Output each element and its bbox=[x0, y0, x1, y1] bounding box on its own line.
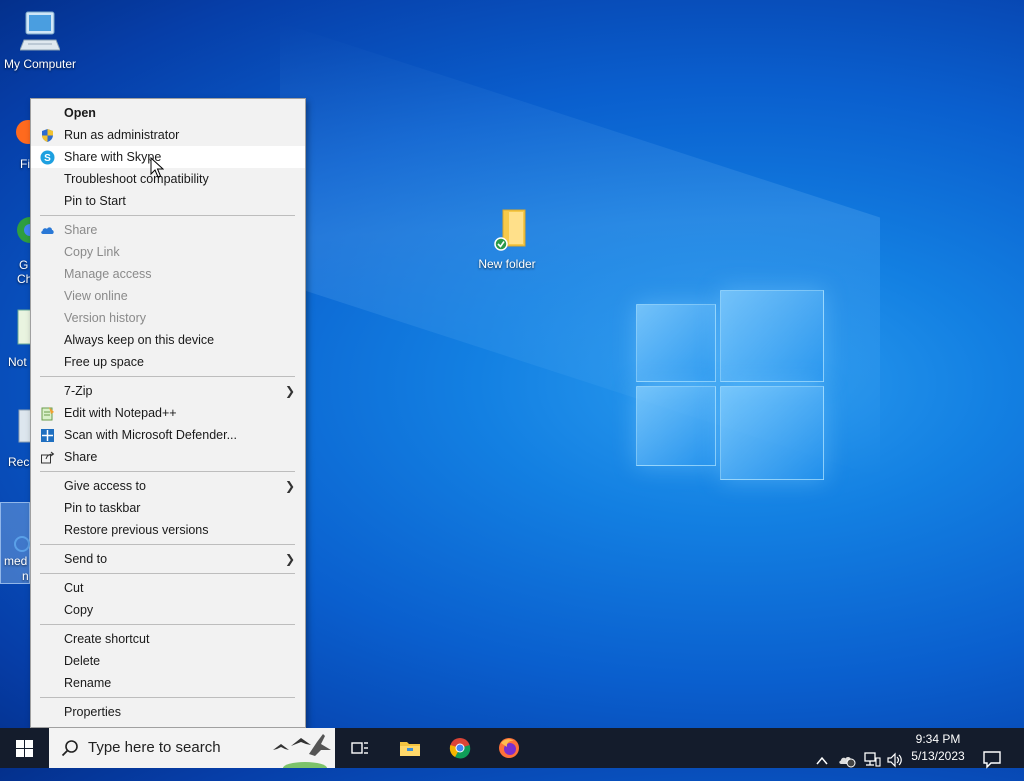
task-view-button[interactable] bbox=[336, 728, 384, 768]
menu-item-open[interactable]: Open bbox=[31, 102, 305, 124]
folder-icon bbox=[494, 209, 526, 251]
menu-item-scan-with-defender[interactable]: Scan with Microsoft Defender... bbox=[31, 424, 305, 446]
menu-item-always-keep-on-device[interactable]: Always keep on this device bbox=[31, 329, 305, 351]
menu-separator bbox=[40, 697, 295, 698]
menu-item-give-access-to[interactable]: Give access to ❯ bbox=[31, 475, 305, 497]
context-menu: Open Run as administrator S Share with S… bbox=[30, 98, 306, 728]
clock-time: 9:34 PM bbox=[915, 732, 961, 746]
menu-item-delete[interactable]: Delete bbox=[31, 650, 305, 672]
firefox-icon bbox=[499, 738, 519, 758]
menu-item-send-to[interactable]: Send to ❯ bbox=[31, 548, 305, 570]
menu-item-cut[interactable]: Cut bbox=[31, 577, 305, 599]
menu-item-run-as-admin[interactable]: Run as administrator bbox=[31, 124, 305, 146]
share-icon bbox=[41, 451, 55, 464]
menu-item-rename[interactable]: Rename bbox=[31, 672, 305, 694]
windows-wallpaper-logo bbox=[636, 290, 824, 480]
desktop-icon-label: Not bbox=[8, 355, 27, 369]
menu-item-troubleshoot-compatibility[interactable]: Troubleshoot compatibility bbox=[31, 168, 305, 190]
notification-center-icon[interactable] bbox=[982, 739, 1002, 779]
desktop-icon-label: G bbox=[19, 258, 29, 272]
taskbar-file-explorer[interactable] bbox=[386, 728, 434, 768]
chevron-up-icon[interactable] bbox=[815, 741, 829, 781]
menu-item-create-shortcut[interactable]: Create shortcut bbox=[31, 628, 305, 650]
defender-icon bbox=[41, 429, 54, 442]
search-highlight-birds-icon bbox=[273, 734, 331, 768]
windows-start-icon bbox=[16, 740, 33, 757]
menu-item-version-history[interactable]: Version history bbox=[31, 307, 305, 329]
computer-icon bbox=[19, 11, 61, 51]
chevron-right-icon: ❯ bbox=[284, 479, 295, 493]
file-explorer-icon bbox=[400, 742, 420, 756]
menu-item-share[interactable]: Share bbox=[31, 446, 305, 468]
chevron-right-icon: ❯ bbox=[284, 384, 295, 398]
menu-item-edit-with-notepadpp[interactable]: Edit with Notepad++ bbox=[31, 402, 305, 424]
notepad-plus-icon bbox=[41, 407, 54, 421]
menu-item-manage-access[interactable]: Manage access bbox=[31, 263, 305, 285]
taskbar: Type here to search 9:34 PM 5/13/2023 bbox=[0, 728, 1024, 769]
menu-separator bbox=[40, 624, 295, 625]
menu-item-share-with-skype[interactable]: S Share with Skype bbox=[31, 146, 305, 168]
menu-separator bbox=[40, 215, 295, 216]
chevron-right-icon: ❯ bbox=[284, 552, 295, 566]
menu-item-properties[interactable]: Properties bbox=[31, 701, 305, 723]
network-icon[interactable] bbox=[863, 739, 881, 779]
menu-separator bbox=[40, 544, 295, 545]
mouse-cursor-icon bbox=[150, 157, 164, 178]
menu-separator bbox=[40, 573, 295, 574]
skype-icon: S bbox=[40, 150, 55, 165]
start-button[interactable] bbox=[0, 728, 48, 768]
taskbar-clock[interactable]: 9:34 PM 5/13/2023 bbox=[905, 731, 971, 765]
chrome-icon bbox=[449, 738, 471, 759]
desktop-icon-my-computer[interactable]: My Computer bbox=[0, 10, 80, 71]
task-view-icon bbox=[351, 742, 368, 754]
menu-separator bbox=[40, 471, 295, 472]
desktop-icon-label: med bbox=[4, 554, 28, 568]
desktop-icon-label: Fi bbox=[20, 157, 30, 171]
menu-item-view-online[interactable]: View online bbox=[31, 285, 305, 307]
desktop-icon-new-folder[interactable]: New folder bbox=[467, 208, 547, 271]
volume-icon[interactable] bbox=[886, 740, 904, 780]
media-file-icon bbox=[14, 536, 30, 552]
desktop-icon-label: My Computer bbox=[3, 57, 77, 71]
clock-date: 5/13/2023 bbox=[911, 749, 965, 763]
menu-item-copy-link[interactable]: Copy Link bbox=[31, 241, 305, 263]
menu-item-copy[interactable]: Copy bbox=[31, 599, 305, 621]
search-placeholder: Type here to search bbox=[88, 739, 221, 756]
desktop-icon-label: n bbox=[22, 569, 29, 583]
onedrive-sync-icon[interactable] bbox=[838, 740, 856, 780]
shield-icon bbox=[42, 129, 53, 142]
menu-separator bbox=[40, 376, 295, 377]
onedrive-cloud-icon bbox=[41, 227, 54, 234]
search-icon bbox=[61, 740, 78, 757]
menu-item-free-up-space[interactable]: Free up space bbox=[31, 351, 305, 373]
menu-item-onedrive-share[interactable]: Share bbox=[31, 219, 305, 241]
taskbar-chrome[interactable] bbox=[436, 728, 484, 768]
menu-item-pin-to-taskbar[interactable]: Pin to taskbar bbox=[31, 497, 305, 519]
desktop-icon-label: New folder bbox=[478, 257, 536, 271]
desktop-icon-label: Rec bbox=[8, 455, 30, 469]
menu-item-pin-to-start[interactable]: Pin to Start bbox=[31, 190, 305, 212]
taskbar-firefox[interactable] bbox=[485, 728, 533, 768]
svg-text:S: S bbox=[44, 153, 51, 164]
menu-item-7zip[interactable]: 7-Zip ❯ bbox=[31, 380, 305, 402]
taskbar-search-box[interactable]: Type here to search bbox=[49, 728, 335, 768]
menu-item-restore-previous-versions[interactable]: Restore previous versions bbox=[31, 519, 305, 541]
